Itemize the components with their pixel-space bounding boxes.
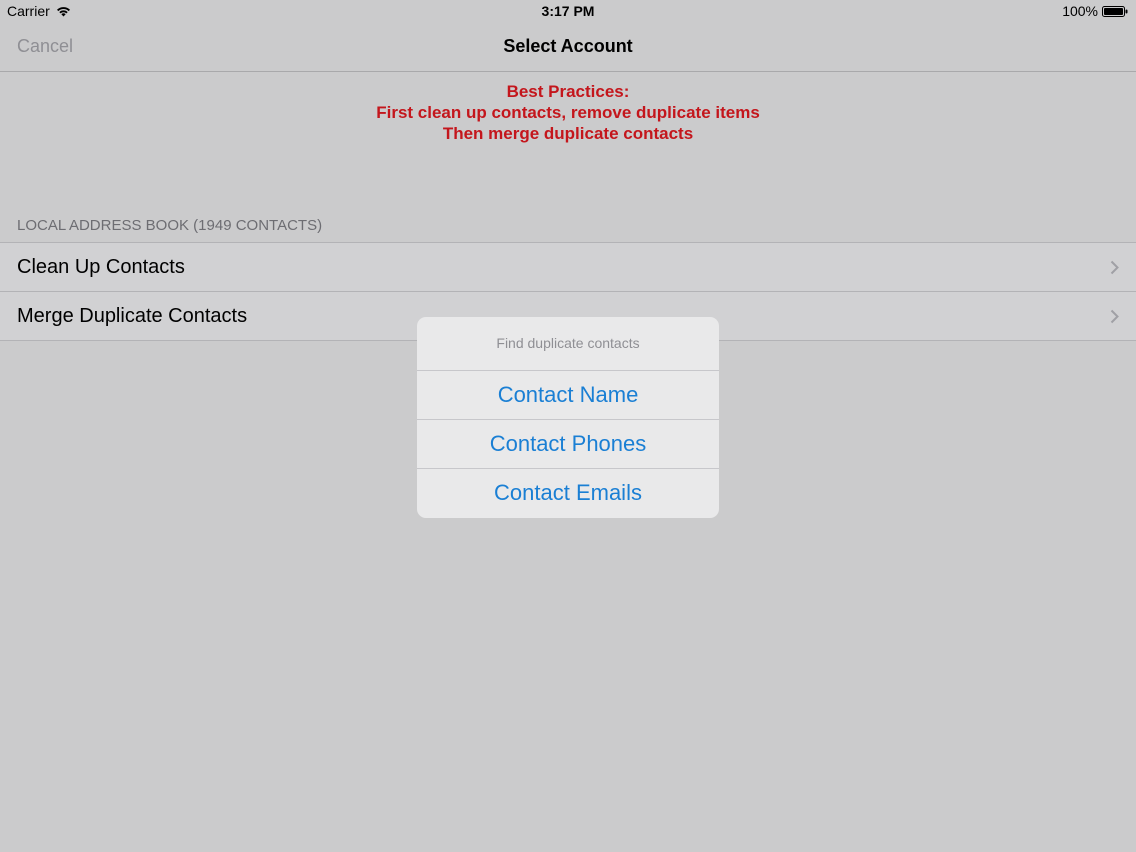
popover-title: Find duplicate contacts [417, 317, 719, 371]
row-label: Merge Duplicate Contacts [17, 305, 248, 327]
tips-line-1: Best Practices: [506, 82, 630, 101]
battery-percent: 100% [1062, 3, 1098, 19]
status-time: 3:17 PM [541, 3, 595, 19]
status-right: 100% [1062, 3, 1128, 19]
status-bar: Carrier 3:17 PM 100% [0, 0, 1136, 22]
option-contact-phones[interactable]: Contact Phones [417, 420, 719, 469]
tips-line-2: First clean up contacts, remove duplicat… [376, 103, 760, 122]
row-label: Clean Up Contacts [17, 256, 185, 278]
find-duplicates-popover: Find duplicate contacts Contact Name Con… [417, 317, 719, 518]
page-title: Select Account [503, 36, 633, 56]
tips-line-3: Then merge duplicate contacts [442, 124, 694, 143]
option-contact-emails[interactable]: Contact Emails [417, 469, 719, 517]
navigation-bar: Cancel Select Account [0, 22, 1136, 72]
chevron-right-icon [1110, 260, 1119, 275]
section-header: LOCAL ADDRESS BOOK (1949 CONTACTS) [17, 217, 323, 234]
chevron-right-icon [1110, 309, 1119, 324]
best-practices-note: Best Practices: First clean up contacts,… [0, 81, 1136, 144]
row-clean-up-contacts[interactable]: Clean Up Contacts [0, 243, 1136, 292]
option-contact-name[interactable]: Contact Name [417, 371, 719, 420]
battery-icon [1102, 5, 1128, 17]
